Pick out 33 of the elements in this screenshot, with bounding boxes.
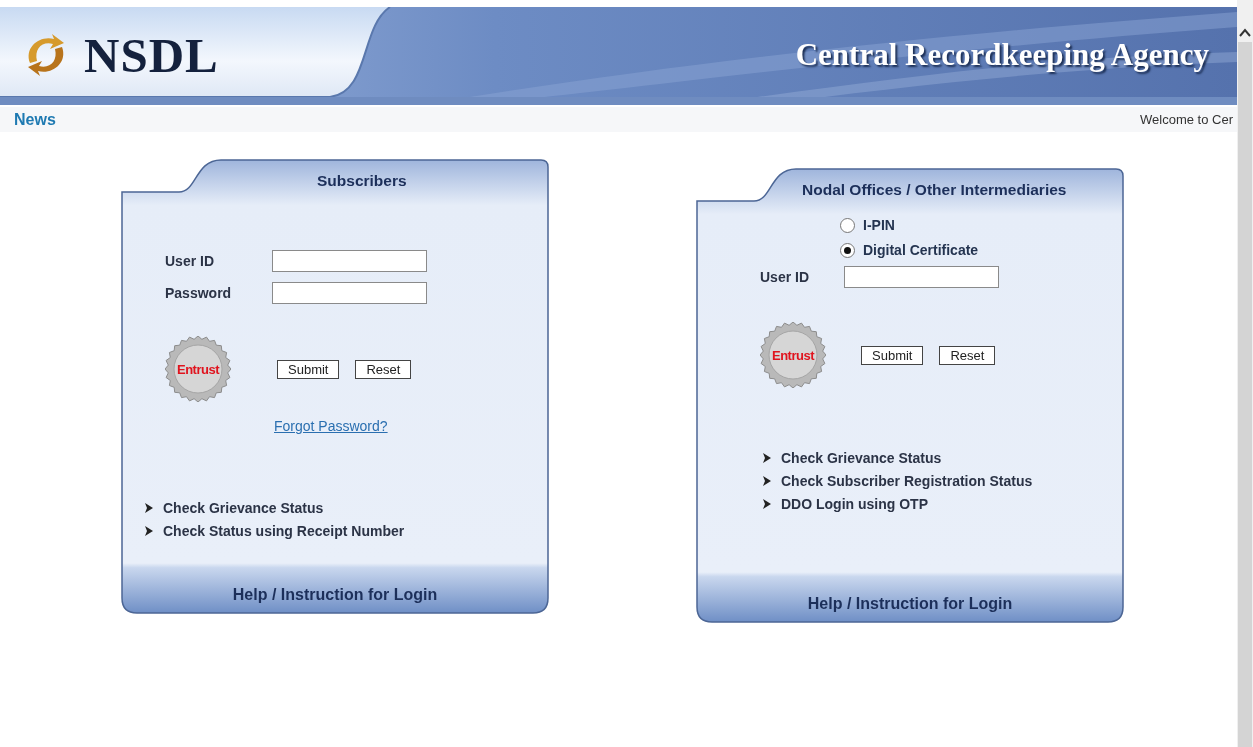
link-item[interactable]: Check Status using Receipt Number — [163, 523, 405, 539]
forgot-password-link[interactable]: Forgot Password? — [274, 418, 388, 434]
arrow-icon — [763, 453, 771, 463]
scroll-up-icon[interactable] — [1239, 28, 1251, 38]
security-seal: Entrust — [165, 336, 231, 402]
arrow-icon — [763, 476, 771, 486]
panel-title: Nodal Offices / Other Intermediaries — [802, 181, 1067, 199]
arrow-icon — [763, 499, 771, 509]
logo-text: NSDL — [84, 26, 219, 84]
submit-button[interactable]: Submit — [861, 345, 924, 365]
help-link[interactable]: Help / Instruction for Login — [232, 586, 438, 603]
input-field[interactable] — [844, 266, 999, 288]
field-label: User ID — [760, 269, 811, 285]
panel-title: Subscribers — [317, 172, 407, 190]
input-field[interactable] — [272, 282, 427, 304]
arrow-icon — [145, 503, 153, 513]
help-link[interactable]: Help / Instruction for Login — [807, 595, 1013, 612]
security-seal: Entrust — [760, 322, 826, 388]
radio-label[interactable]: Digital Certificate — [863, 242, 979, 258]
agency-title: Central Recordkeeping Agency — [795, 37, 1209, 73]
link-item[interactable]: Check Grievance Status — [163, 500, 324, 516]
arrow-icon — [145, 526, 153, 536]
input-field[interactable] — [272, 250, 427, 272]
field-label: User ID — [165, 253, 216, 269]
radio-label[interactable]: I-PIN — [863, 217, 895, 233]
link-item[interactable]: Check Grievance Status — [781, 450, 942, 466]
submit-button[interactable]: Submit — [277, 359, 340, 379]
scroll-thumb[interactable] — [1238, 42, 1252, 747]
field-label: Password — [165, 285, 233, 301]
news-label[interactable]: News — [14, 110, 56, 129]
link-item[interactable]: DDO Login using OTP — [781, 496, 928, 512]
link-item[interactable]: Check Subscriber Registration Status — [781, 473, 1033, 489]
news-ticker: Welcome to Cer — [1140, 112, 1233, 127]
